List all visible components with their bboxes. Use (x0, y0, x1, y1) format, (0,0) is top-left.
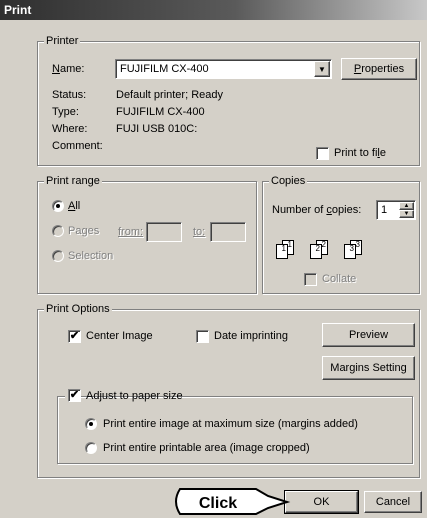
status-label: Status: (52, 89, 87, 101)
where-value: FUJI USB 010C: (116, 123, 198, 135)
center-image-checkbox[interactable]: ✔ (68, 330, 81, 343)
chevron-down-icon: ▼ (318, 64, 326, 74)
window-title: Print (4, 3, 32, 17)
type-value: FUJIFILM CX-400 (116, 106, 205, 118)
printable-area-label[interactable]: Print entire printable area (image cropp… (103, 442, 310, 454)
from-label: from: (118, 226, 144, 238)
center-image-label[interactable]: Center Image (86, 330, 153, 342)
title-bar: Print (0, 0, 427, 20)
ok-label: OK (313, 496, 330, 508)
print-to-file-label[interactable]: Print to file (334, 147, 386, 159)
status-value: Default printer; Ready (116, 89, 223, 101)
number-of-copies-label: Number of copies: (272, 204, 362, 216)
date-imprinting-label[interactable]: Date imprinting (214, 330, 288, 342)
spin-down-button[interactable]: ▼ (399, 210, 414, 218)
pages-label[interactable]: Pages (68, 225, 99, 237)
print-to-file-checkbox[interactable] (316, 147, 329, 160)
to-label: to: (193, 226, 206, 238)
cancel-button[interactable]: Cancel (364, 491, 422, 513)
printer-name-value: FUJIFILM CX-400 (120, 63, 209, 75)
print-options-legend: Print Options (44, 302, 112, 316)
preview-button[interactable]: Preview (322, 323, 415, 347)
cancel-label: Cancel (375, 496, 411, 508)
ok-button[interactable]: OK (284, 490, 359, 514)
copies-legend: Copies (269, 174, 308, 188)
collate-page-icon: 1 (276, 244, 288, 259)
spin-down-icon: ▼ (403, 211, 410, 217)
pages-radio[interactable] (52, 225, 64, 237)
all-label[interactable]: All (68, 200, 80, 212)
spin-up-icon: ▲ (403, 203, 410, 209)
copies-spinner[interactable]: 1 ▲ ▼ (376, 200, 416, 220)
selection-radio[interactable] (52, 250, 64, 262)
checkmark-icon: ✔ (69, 330, 80, 342)
max-size-label[interactable]: Print entire image at maximum size (marg… (103, 418, 358, 430)
dropdown-button[interactable]: ▼ (314, 61, 330, 77)
print-range-legend: Print range (44, 174, 102, 188)
collate-checkbox[interactable] (304, 273, 317, 286)
collate-page-icon: 2 (310, 244, 322, 259)
copies-value: 1 (381, 204, 388, 216)
to-input[interactable] (210, 222, 246, 242)
collate-page-icon: 3 (344, 244, 356, 259)
max-size-radio[interactable] (85, 418, 97, 430)
margins-setting-label: Margins Setting (330, 362, 407, 374)
properties-button[interactable]: Properties (341, 58, 417, 80)
from-input[interactable] (146, 222, 182, 242)
margins-setting-button[interactable]: Margins Setting (322, 356, 415, 380)
printer-legend: Printer (44, 34, 81, 48)
checkmark-icon: ✔ (69, 389, 80, 401)
comment-label: Comment: (52, 140, 103, 152)
date-imprinting-checkbox[interactable] (196, 330, 209, 343)
name-label: Name: (52, 63, 85, 75)
spin-up-button[interactable]: ▲ (399, 202, 414, 210)
where-label: Where: (52, 123, 88, 135)
collate-label[interactable]: Collate (322, 273, 356, 285)
printer-name-select[interactable]: FUJIFILM CX-400 ▼ (115, 59, 332, 79)
print-dialog: Print Printer Name: FUJIFILM CX-400 ▼ Pr… (0, 0, 427, 518)
printable-area-radio[interactable] (85, 442, 97, 454)
adjust-label[interactable]: Adjust to paper size (86, 390, 183, 402)
all-radio[interactable] (52, 200, 64, 212)
selection-label[interactable]: Selection (68, 250, 113, 262)
preview-label: Preview (348, 329, 389, 341)
adjust-legend: ✔ Adjust to paper size (65, 389, 183, 403)
type-label: Type: (52, 106, 79, 118)
adjust-checkbox[interactable]: ✔ (68, 389, 81, 402)
properties-label: Properties (353, 63, 405, 75)
